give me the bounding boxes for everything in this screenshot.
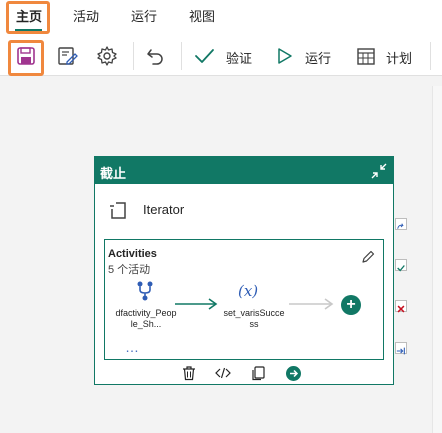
toolbar-separator [181,42,182,70]
tab-view[interactable]: 视图 [189,6,215,28]
toolbar: 验证 运行 计划 [0,36,442,76]
go-arrow-button[interactable] [286,366,301,381]
set-variable-activity-label[interactable]: set_varisSuccess [223,308,285,330]
activities-container[interactable]: Activities 5 个活动 dfactivity_People_Sh...… [104,239,384,360]
activities-count: 5 个活动 [108,264,151,276]
menu-bar: 主页 活动 运行 视图 [0,0,442,36]
arrow-right-icon [290,369,299,378]
toolbar-separator [133,42,134,70]
completion-arrow-icon [396,347,405,355]
iterator-label: Iterator [143,202,185,217]
delete-icon[interactable] [181,365,197,381]
code-icon[interactable] [215,365,231,381]
checkmark-icon[interactable] [193,45,215,67]
on-failure-port-icon[interactable] [395,300,407,313]
undo-icon[interactable] [145,45,167,67]
run-button[interactable]: 运行 [305,48,331,67]
activities-title: Activities [108,248,157,260]
edit-pencil-icon[interactable] [361,250,375,264]
failure-x-icon [397,305,405,313]
card-title: 截止 [100,166,127,181]
foreach-activity-card[interactable]: 截止 Iterator Activities 5 个活动 dfactivity_… [94,156,394,385]
more-activities-ellipsis[interactable]: … [125,339,140,355]
on-completion-port-icon[interactable] [395,342,407,355]
gear-icon[interactable] [96,45,118,67]
success-connector-arrow [175,298,218,310]
toolbar-separator [430,42,431,70]
connector-arrow [289,298,334,310]
card-header: 截止 [95,157,393,184]
add-activity-button[interactable]: + [341,295,361,315]
collapse-icon[interactable] [371,163,387,179]
save-as-template-icon[interactable] [56,45,78,67]
on-success-port-icon[interactable] [395,259,407,272]
play-icon[interactable] [273,45,295,67]
on-skip-port-icon[interactable] [395,218,407,230]
tab-run[interactable]: 运行 [131,6,157,28]
success-check-icon [397,265,405,272]
card-actions [95,362,393,384]
copy-icon[interactable] [250,365,266,381]
side-panel-edge [432,86,442,433]
schedule-button[interactable]: 计划 [386,48,412,67]
validate-button[interactable]: 验证 [226,48,252,67]
skip-arrow-icon [397,223,404,229]
calendar-icon[interactable] [355,45,377,67]
tab-home-highlight [6,1,50,34]
dataflow-activity-label[interactable]: dfactivity_People_Sh... [115,308,177,330]
iterator-icon [110,202,126,219]
tab-activities[interactable]: 活动 [73,6,99,28]
dataflow-icon[interactable] [135,280,155,302]
variable-icon[interactable]: (x) [238,282,258,300]
save-button-highlight [8,40,44,76]
